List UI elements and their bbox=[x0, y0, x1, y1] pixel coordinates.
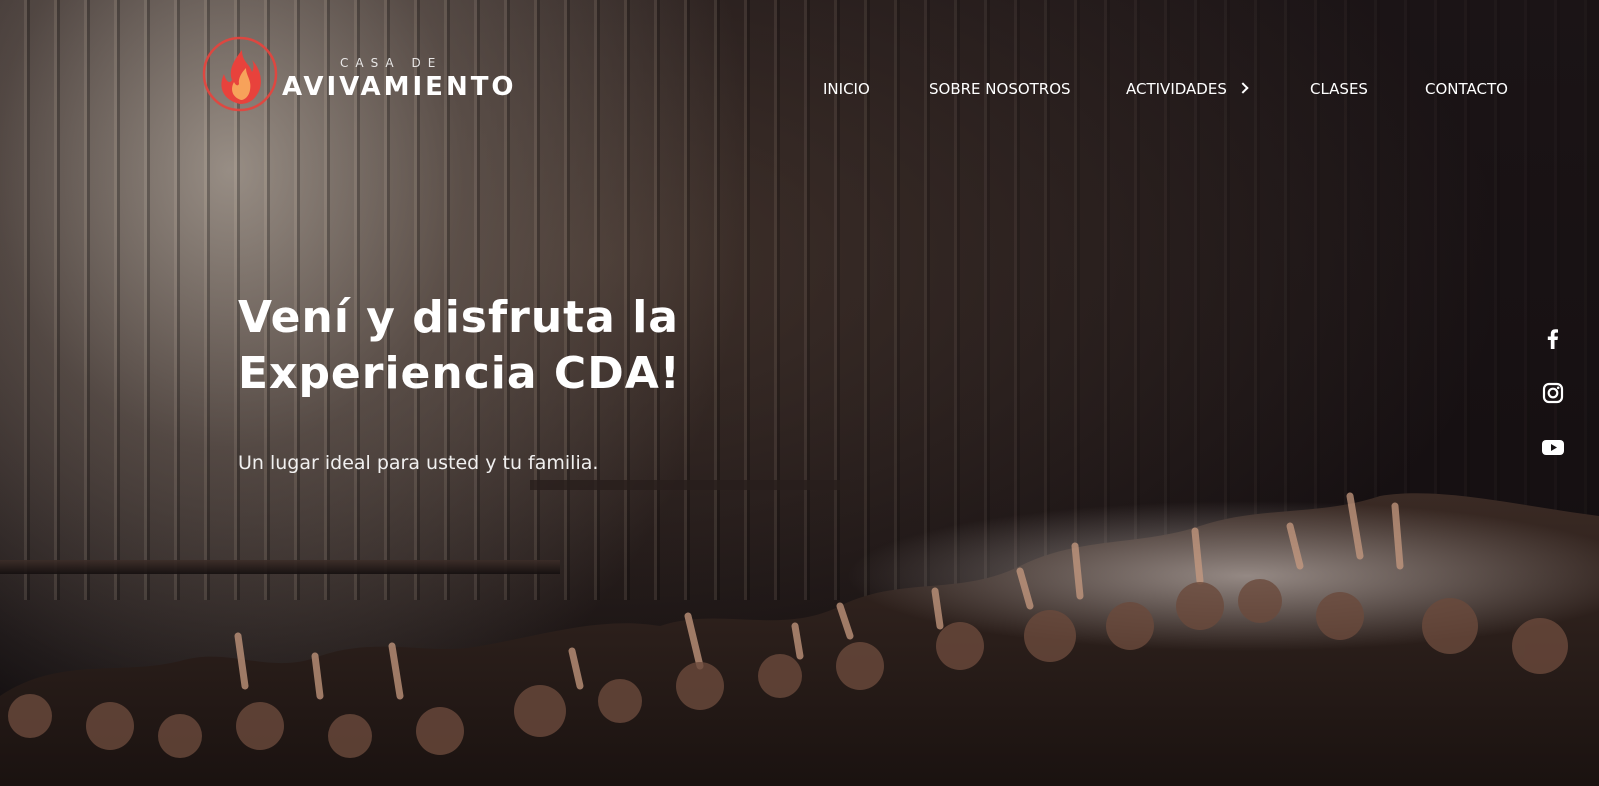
nav-item-label: SOBRE NOSOTROS bbox=[929, 80, 1071, 98]
instagram-link[interactable] bbox=[1538, 378, 1568, 408]
hero-headline-line: Vení y disfruta la bbox=[238, 292, 679, 343]
nav-item-clases[interactable]: CLASES bbox=[1310, 78, 1368, 100]
facebook-icon bbox=[1547, 329, 1558, 349]
flame-icon bbox=[202, 36, 278, 112]
crowd-background-image bbox=[0, 486, 1599, 786]
site-logo[interactable]: CASA DE AVIVAMIENTO bbox=[198, 34, 538, 114]
nav-item-inicio[interactable]: INICIO bbox=[823, 78, 870, 100]
logo-top-text: CASA DE bbox=[340, 56, 443, 70]
social-links bbox=[1538, 324, 1568, 486]
instagram-icon bbox=[1542, 382, 1564, 404]
hero-headline-line: Experiencia CDA! bbox=[238, 348, 681, 399]
nav-item-label: CLASES bbox=[1310, 80, 1368, 98]
nav-item-sobre-nosotros[interactable]: SOBRE NOSOTROS bbox=[929, 78, 1071, 100]
chevron-right-icon bbox=[1237, 82, 1249, 94]
youtube-link[interactable] bbox=[1538, 432, 1568, 462]
facebook-link[interactable] bbox=[1538, 324, 1568, 354]
youtube-icon bbox=[1542, 440, 1564, 455]
hero-headline: Vení y disfruta la Experiencia CDA! bbox=[238, 290, 798, 402]
nav-item-contacto[interactable]: CONTACTO bbox=[1425, 78, 1508, 100]
hero-section: CASA DE AVIVAMIENTO INICIO SOBRE NOSOTRO… bbox=[0, 0, 1599, 786]
nav-item-label: CONTACTO bbox=[1425, 80, 1508, 98]
nav-item-label: ACTIVIDADES bbox=[1126, 80, 1227, 98]
nav-item-label: INICIO bbox=[823, 80, 870, 98]
nav-item-actividades[interactable]: ACTIVIDADES bbox=[1126, 78, 1249, 100]
main-navigation: INICIO SOBRE NOSOTROS ACTIVIDADES CLASES… bbox=[0, 78, 1599, 100]
hero-subheadline: Un lugar ideal para usted y tu familia. bbox=[238, 452, 599, 474]
